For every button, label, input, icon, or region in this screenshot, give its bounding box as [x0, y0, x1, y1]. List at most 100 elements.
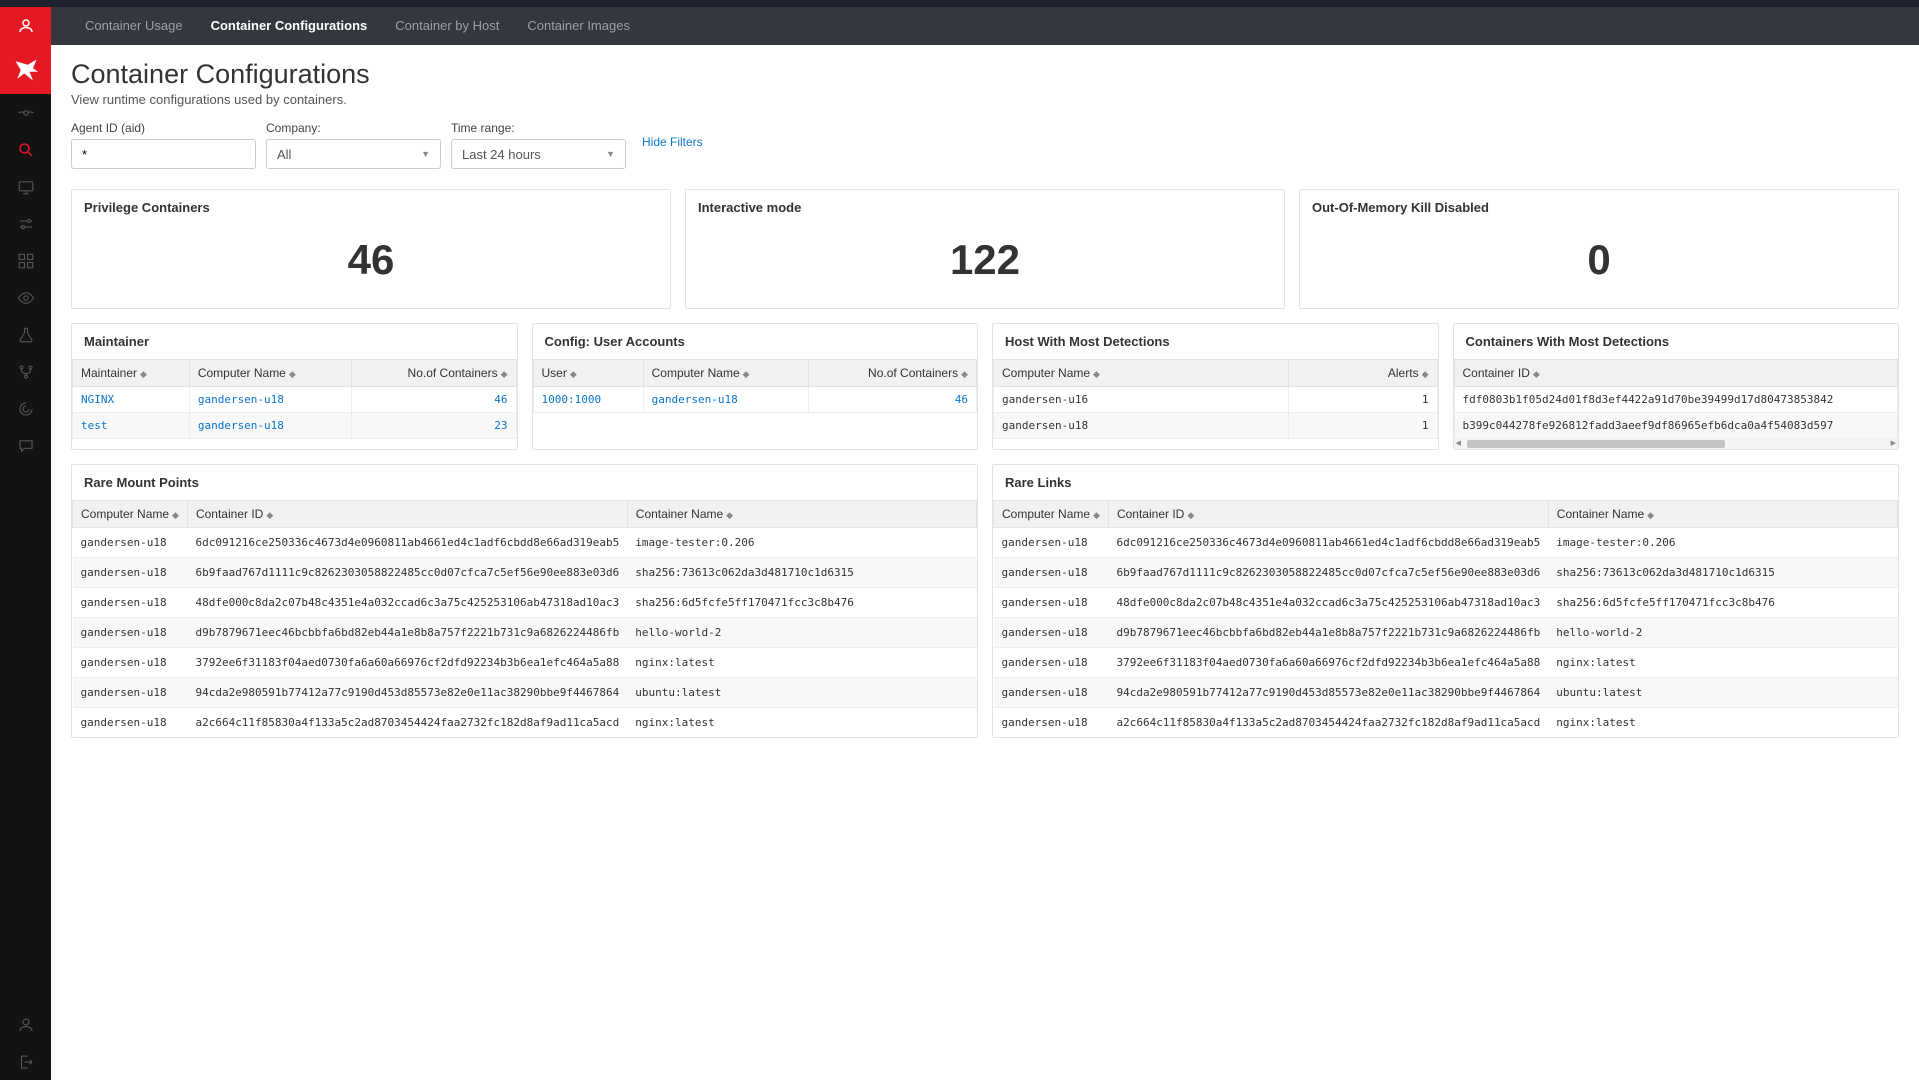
sort-icon: ◆: [172, 510, 179, 521]
col-maintainer[interactable]: Maintainer◆: [73, 360, 190, 387]
col-alerts[interactable]: Alerts◆: [1289, 360, 1437, 387]
table-row[interactable]: gandersen-u181: [994, 413, 1438, 439]
table-row[interactable]: fdf0803b1f05d24d01f8d3ef4422a91d70be3949…: [1454, 387, 1898, 413]
table-row[interactable]: NGINXgandersen-u1846: [73, 387, 517, 413]
col-container-name[interactable]: Container Name◆: [627, 501, 976, 528]
table-row[interactable]: gandersen-u183792ee6f31183f04aed0730fa6a…: [994, 648, 1898, 678]
col-computer-name[interactable]: Computer Name◆: [643, 360, 808, 387]
config-user-table: User◆ Computer Name◆ No.of Containers◆ 1…: [533, 359, 978, 413]
horizontal-scrollbar[interactable]: ◀ ▶: [1454, 439, 1899, 449]
config-user-panel: Config: User Accounts User◆ Computer Nam…: [532, 323, 979, 450]
table-cell: gandersen-u18: [73, 588, 188, 618]
container-detections-panel: Containers With Most Detections Containe…: [1453, 323, 1900, 450]
brand-falcon-icon[interactable]: [0, 45, 51, 94]
maintainer-panel: Maintainer Maintainer◆ Computer Name◆ No…: [71, 323, 518, 450]
table-cell: gandersen-u18: [73, 558, 188, 588]
maintainer-table: Maintainer◆ Computer Name◆ No.of Contain…: [72, 359, 517, 439]
table-cell: image-tester:0.206: [627, 528, 976, 558]
sort-icon: ◆: [1422, 369, 1429, 380]
table-cell: gandersen-u18: [73, 528, 188, 558]
swirl-icon[interactable]: [0, 390, 51, 427]
hide-filters-link[interactable]: Hide Filters: [642, 135, 703, 155]
chat-icon[interactable]: [0, 427, 51, 464]
app-root: Container Usage Container Configurations…: [0, 0, 1919, 1080]
scroll-thumb[interactable]: [1467, 440, 1725, 448]
table-cell: image-tester:0.206: [1548, 528, 1897, 558]
col-no-containers[interactable]: No.of Containers◆: [351, 360, 516, 387]
table-row[interactable]: gandersen-u18d9b7879671eec46bcbbfa6bd82e…: [73, 618, 977, 648]
table-row[interactable]: gandersen-u1894cda2e980591b77412a77c9190…: [994, 678, 1898, 708]
table-row[interactable]: gandersen-u1848dfe000c8da2c07b48c4351e4a…: [994, 588, 1898, 618]
table-cell: nginx:latest: [627, 708, 976, 738]
time-range-select[interactable]: Last 24 hours ▼: [451, 139, 626, 169]
table-cell: nginx:latest: [627, 648, 976, 678]
table-cell: gandersen-u18: [994, 618, 1109, 648]
rare-links-panel: Rare Links Computer Name◆ Container ID◆ …: [992, 464, 1899, 738]
table-row[interactable]: gandersen-u161: [994, 387, 1438, 413]
table-row[interactable]: gandersen-u1894cda2e980591b77412a77c9190…: [73, 678, 977, 708]
col-container-id[interactable]: Container ID◆: [1454, 360, 1898, 387]
search-threat-icon[interactable]: [0, 131, 51, 168]
scroll-right-icon: ▶: [1891, 439, 1896, 449]
table-row[interactable]: gandersen-u186b9faad767d1111c9c826230305…: [73, 558, 977, 588]
table-cell: gandersen-u18: [994, 648, 1109, 678]
flask-icon[interactable]: [0, 316, 51, 353]
col-container-id[interactable]: Container ID◆: [1108, 501, 1548, 528]
tab-container-configurations[interactable]: Container Configurations: [197, 7, 382, 45]
table-row[interactable]: gandersen-u1848dfe000c8da2c07b48c4351e4a…: [73, 588, 977, 618]
container-detections-table: Container ID◆ fdf0803b1f05d24d01f8d3ef44…: [1454, 359, 1899, 439]
table-cell: d9b7879671eec46bcbbfa6bd82eb44a1e8b8a757…: [1108, 618, 1548, 648]
sidebar-top-strip: [0, 0, 51, 7]
maintainer-title: Maintainer: [72, 324, 517, 359]
big-tables-row: Rare Mount Points Computer Name◆ Contain…: [71, 464, 1899, 738]
table-cell: gandersen-u16: [994, 387, 1289, 413]
eye-icon[interactable]: [0, 279, 51, 316]
col-container-id[interactable]: Container ID◆: [187, 501, 627, 528]
table-row[interactable]: gandersen-u186dc091216ce250336c4673d4e09…: [994, 528, 1898, 558]
col-computer-name[interactable]: Computer Name◆: [994, 360, 1289, 387]
table-row[interactable]: gandersen-u183792ee6f31183f04aed0730fa6a…: [73, 648, 977, 678]
agent-id-input[interactable]: [71, 139, 256, 169]
table-cell: sha256:6d5fcfe5ff170471fcc3c8b476: [1548, 588, 1897, 618]
col-container-name[interactable]: Container Name◆: [1548, 501, 1897, 528]
sort-icon: ◆: [961, 369, 968, 380]
table-row[interactable]: 1000:1000gandersen-u1846: [533, 387, 977, 413]
activity-icon[interactable]: [0, 94, 51, 131]
tab-container-usage[interactable]: Container Usage: [71, 7, 197, 45]
col-computer-name[interactable]: Computer Name◆: [994, 501, 1109, 528]
table-cell: 6b9faad767d1111c9c8262303058822485cc0d07…: [187, 558, 627, 588]
sidebar-user-icon[interactable]: [0, 7, 51, 45]
sort-icon: ◆: [1187, 510, 1194, 521]
table-cell: a2c664c11f85830a4f133a5c2ad8703454424faa…: [1108, 708, 1548, 738]
tab-container-images[interactable]: Container Images: [513, 7, 644, 45]
table-row[interactable]: gandersen-u18d9b7879671eec46bcbbfa6bd82e…: [994, 618, 1898, 648]
table-cell: 48dfe000c8da2c07b48c4351e4a032ccad6c3a75…: [187, 588, 627, 618]
col-no-containers[interactable]: No.of Containers◆: [808, 360, 976, 387]
col-computer-name[interactable]: Computer Name◆: [189, 360, 351, 387]
table-row[interactable]: gandersen-u18a2c664c11f85830a4f133a5c2ad…: [994, 708, 1898, 738]
table-row[interactable]: gandersen-u186dc091216ce250336c4673d4e09…: [73, 528, 977, 558]
col-computer-name[interactable]: Computer Name◆: [73, 501, 188, 528]
dashboard-icon[interactable]: [0, 242, 51, 279]
sort-icon: ◆: [289, 369, 296, 380]
table-cell: 3792ee6f31183f04aed0730fa6a60a66976cf2df…: [1108, 648, 1548, 678]
col-user[interactable]: User◆: [533, 360, 643, 387]
table-row[interactable]: b399c044278fe926812fadd3aeef9df86965efb6…: [1454, 413, 1898, 439]
host-icon[interactable]: [0, 168, 51, 205]
branch-icon[interactable]: [0, 353, 51, 390]
top-strip: [51, 0, 1919, 7]
table-row[interactable]: gandersen-u18a2c664c11f85830a4f133a5c2ad…: [73, 708, 977, 738]
logout-icon[interactable]: [0, 1043, 51, 1080]
rare-mounts-title: Rare Mount Points: [72, 465, 977, 500]
company-select[interactable]: All ▼: [266, 139, 441, 169]
table-row[interactable]: gandersen-u186b9faad767d1111c9c826230305…: [994, 558, 1898, 588]
configure-icon[interactable]: [0, 205, 51, 242]
account-icon[interactable]: [0, 1006, 51, 1043]
table-row[interactable]: testgandersen-u1823: [73, 413, 517, 439]
table-cell: gandersen-u18: [994, 708, 1109, 738]
tab-container-by-host[interactable]: Container by Host: [381, 7, 513, 45]
time-range-value: Last 24 hours: [462, 147, 541, 162]
table-cell: gandersen-u18: [643, 387, 808, 413]
table-cell: fdf0803b1f05d24d01f8d3ef4422a91d70be3949…: [1454, 387, 1898, 413]
tabs-bar: Container Usage Container Configurations…: [51, 7, 1919, 45]
